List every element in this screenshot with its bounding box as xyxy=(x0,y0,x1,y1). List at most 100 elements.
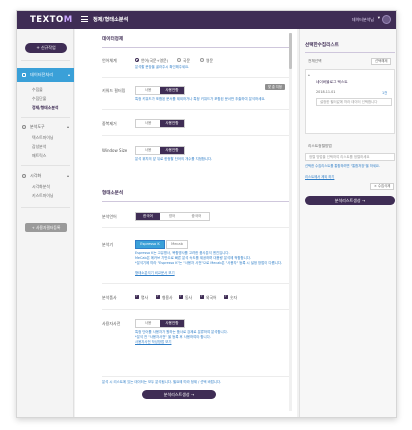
page-title: 정제/형태소분석 xyxy=(93,17,129,23)
language-option-label: 언어(국문+영문) xyxy=(141,58,169,63)
divider xyxy=(21,60,70,61)
divider xyxy=(102,283,290,284)
deselect-button[interactable]: 선택해제 xyxy=(371,58,392,65)
menu-icon[interactable] xyxy=(81,16,88,22)
dedupe-use[interactable]: 사용 xyxy=(136,120,160,127)
new-job-button[interactable]: + 신규작업 xyxy=(25,43,67,53)
footer-note: 분석 시 리스트에 있는 데이터는 모두 분석됩니다. 필요에 따라 정제 / … xyxy=(102,380,222,384)
window-size-toggle[interactable]: 사용 사용안함 xyxy=(135,146,185,155)
dedupe-unuse[interactable]: 사용안함 xyxy=(160,120,184,127)
analyzer-note-3: *분석기에 따라 "Espresso K"는 "사용자 사전"으로 Mecab은… xyxy=(135,261,283,265)
pos-option-label: 형용사 xyxy=(162,295,173,300)
scrollbar[interactable] xyxy=(289,33,292,411)
custom-filter-button[interactable]: + 사용자필터등록 xyxy=(25,223,67,232)
keyword-filter-toggle[interactable]: 사용 사용안함 xyxy=(135,86,185,95)
pos-noun-checkbox[interactable] xyxy=(135,294,139,299)
database-icon xyxy=(22,73,26,77)
pos-verb-checkbox[interactable] xyxy=(179,294,183,299)
language-radio-en[interactable] xyxy=(200,58,204,62)
sidebar-item-visual[interactable]: 시각화 xyxy=(30,173,41,179)
language-note: 분석할 문장을 골라주시 확인해주세요. xyxy=(135,65,190,69)
language-radio-all[interactable] xyxy=(135,58,139,62)
keyword-note: 특정 키워드가 포함된 문서를 제외하거나 특정 키워드가 포함된 문서만 추출… xyxy=(135,97,266,101)
pos-label: 분석품사 xyxy=(102,295,117,300)
dedupe-label: 중복제거 xyxy=(102,121,117,126)
sidebar-subitem-keyword-mining[interactable]: 키스트마이닝 xyxy=(32,193,53,199)
keyword-filter-use[interactable]: 사용 xyxy=(136,87,160,94)
analysis-icon xyxy=(22,125,26,129)
chevron-up-icon: ▴ xyxy=(67,72,70,77)
top-bar: TEXTOM 정제/형태소분석 데이터분석님 ▾ xyxy=(17,11,396,29)
divider xyxy=(102,376,290,377)
section-title-morph: 형태소분석 xyxy=(102,191,124,196)
dataset-name[interactable]: 네이버블로그 텍스트 xyxy=(316,80,348,85)
userdict-use[interactable]: 사용 xyxy=(136,320,160,327)
sidebar-subitem-sentiment[interactable]: 감성분석 xyxy=(32,144,46,150)
language-option-label: 국문 xyxy=(183,58,190,63)
chart-icon xyxy=(22,174,26,178)
user-name[interactable]: 데이터분석님 xyxy=(352,17,374,23)
collection-list: ▴ 네이버블로그 텍스트 2018.11.01 1건 설정한 필터값에 따라 데… xyxy=(305,69,395,134)
chevron-up-icon[interactable]: ▴ xyxy=(67,173,69,178)
pos-foreign-checkbox[interactable] xyxy=(200,294,204,299)
divider xyxy=(21,117,70,118)
pos-option-label: 외국어 xyxy=(206,295,217,300)
section-divider xyxy=(102,201,290,202)
section-divider xyxy=(305,52,395,53)
sidebar-subitem-collected[interactable]: 수집단물 xyxy=(32,96,46,102)
collapse-icon[interactable]: ▴ xyxy=(308,73,310,77)
sidebar-item-label: 데이터전처리 xyxy=(30,72,54,77)
delete-collection-button[interactable]: × 수집삭제 xyxy=(370,183,395,190)
window-size-use[interactable]: 사용 xyxy=(136,147,160,154)
app-window: TEXTOM 정제/형태소분석 데이터분석님 ▾ + 신규작업 데이터전처리 ▴… xyxy=(16,10,397,418)
select-all-label[interactable]: 전체선택 xyxy=(308,59,322,64)
userdict-guide-link[interactable]: 사용자사전 작성방법 보기 xyxy=(135,340,171,345)
run-analysis-button[interactable]: 분석리스트생성 → xyxy=(142,390,216,399)
scroll-thumb[interactable] xyxy=(289,33,292,69)
divider xyxy=(102,77,290,78)
exclude-link[interactable]: 리스트에서 제외 하기 xyxy=(305,175,334,180)
sidebar-subitem-textmining[interactable]: 텍스트마이닝 xyxy=(32,135,53,141)
pos-adj-checkbox[interactable] xyxy=(156,294,160,299)
window-size-unuse[interactable]: 사용안함 xyxy=(160,147,184,154)
pos-number-checkbox[interactable] xyxy=(224,294,228,299)
sidebar-subitem-visual-analysis[interactable]: 시각화분석 xyxy=(32,184,50,190)
morph-language-toggle[interactable]: 한국어 영어 중국어 xyxy=(135,212,210,221)
divider xyxy=(21,165,70,166)
analyzer-espresso-button[interactable]: Espresso K xyxy=(135,240,165,249)
merge-info: 선택한 수집리스트를 통합하려면 "통합저장"을 하세요. xyxy=(305,164,381,168)
sort-label: 리스트정렬방법 xyxy=(308,144,332,148)
chevron-down-icon[interactable]: ▾ xyxy=(378,16,380,21)
pos-option-label: 명사 xyxy=(141,295,148,300)
analyzer-label: 분석기 xyxy=(102,242,114,247)
analyzer-compare-link[interactable]: 형태소분석기 비교문서 보기 xyxy=(135,271,175,276)
language-radio-ko[interactable] xyxy=(177,58,181,62)
sidebar-subitem-matrix[interactable]: 매트릭스 xyxy=(32,153,46,159)
sidebar-subitem-collect[interactable]: 수집물 xyxy=(32,87,43,93)
divider xyxy=(102,227,290,228)
morph-lang-zh[interactable]: 중국어 xyxy=(184,213,209,220)
avatar[interactable] xyxy=(382,15,391,24)
section-title-refine: 데이터정제 xyxy=(102,37,124,42)
morph-lang-en[interactable]: 영어 xyxy=(160,213,184,220)
dedupe-toggle[interactable]: 사용 사용안함 xyxy=(135,119,185,128)
userdict-unuse[interactable]: 사용안함 xyxy=(160,320,184,327)
sidebar-subitem-refine[interactable]: 정제/형태소분석 xyxy=(32,105,58,111)
chevron-up-icon[interactable]: ▴ xyxy=(67,124,69,129)
keyword-filter-unuse[interactable]: 사용안함 xyxy=(160,87,184,94)
analyzer-mecab-button[interactable]: Mecab xyxy=(166,240,188,249)
sidebar-item-analysis[interactable]: 분석도구 xyxy=(30,124,45,130)
sidebar-item-preprocess[interactable]: 데이터전처리 ▴ xyxy=(17,68,74,82)
sort-input[interactable]: 정렬 방법을 선택하여 리스트를 정렬하세요 xyxy=(305,153,395,161)
language-option-label: 영문 xyxy=(206,58,213,63)
app-logo[interactable]: TEXTOM xyxy=(30,15,73,25)
userdict-toggle[interactable]: 사용 사용안함 xyxy=(135,319,185,328)
morph-lang-ko[interactable]: 한국어 xyxy=(136,213,160,220)
divider xyxy=(102,109,290,110)
dataset-filter-input[interactable]: 설정한 필터값에 따라 데이터 선택합니다 xyxy=(316,98,392,106)
main-panel: 데이터정제 언어체계 언어(국문+영문) 국문 영문 분석할 문장을 골라주시 … xyxy=(75,29,297,417)
divider xyxy=(102,309,290,310)
keyword-assign-tag[interactable]: 맞 춘 지정 xyxy=(265,84,285,90)
keyword-filter-label: 키워드 필터링 xyxy=(102,88,126,93)
create-analysis-list-button[interactable]: 분석리스트생성 → xyxy=(305,196,395,205)
